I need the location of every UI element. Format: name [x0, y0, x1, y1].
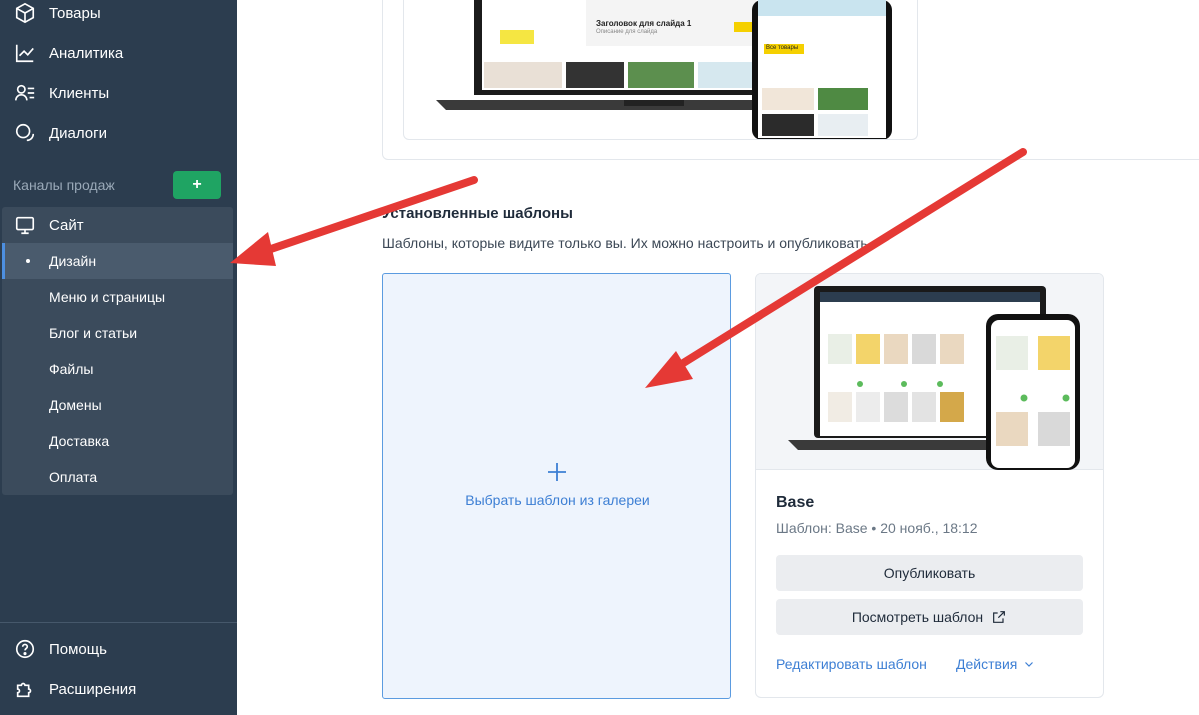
view-template-button[interactable]: Посмотреть шаблон: [776, 599, 1083, 635]
sidebar-item-analytics[interactable]: Аналитика: [0, 33, 237, 73]
template-mockup-image: [788, 286, 1080, 470]
edit-template-link[interactable]: Редактировать шаблон: [776, 656, 927, 672]
choose-from-gallery-label: Выбрать шаблон из галереи: [465, 492, 650, 508]
sidebar-subitem-design[interactable]: Дизайн: [2, 243, 233, 279]
sidebar-item-label: Клиенты: [49, 84, 110, 102]
template-name: Base: [776, 494, 815, 511]
puzzle-icon: [13, 677, 37, 701]
monitor-icon: [13, 213, 37, 237]
arrow-to-design: [230, 176, 478, 266]
sales-channels-label: Каналы продаж: [13, 177, 115, 193]
sidebar-subitem-files[interactable]: Файлы: [2, 351, 233, 387]
active-dot: [26, 259, 30, 263]
chart-line-icon: [13, 41, 37, 65]
publish-button-label: Опубликовать: [883, 565, 976, 581]
sidebar-item-site[interactable]: Сайт: [0, 205, 237, 245]
sidebar-item-label: Сайт: [49, 216, 84, 234]
chevron-down-icon: [1025, 662, 1034, 667]
template-meta: Шаблон: Base • 20 нояб., 18:12: [776, 520, 978, 536]
sidebar-subitem-label: Дизайн: [49, 253, 97, 269]
template-card-base: Base Шаблон: Base • 20 нояб., 18:12 Опуб…: [755, 273, 1104, 698]
sidebar-item-help[interactable]: Помощь: [0, 629, 237, 669]
sidebar-subitem-delivery[interactable]: Доставка: [2, 423, 233, 459]
choose-from-gallery-card[interactable]: Выбрать шаблон из галереи: [382, 273, 731, 699]
sidebar-subitem-blog[interactable]: Блог и статьи: [2, 315, 233, 351]
publish-button[interactable]: Опубликовать: [776, 555, 1083, 591]
active-template-preview: Заголовок для слайда 1 Описание для слай…: [403, 0, 918, 140]
sidebar-item-label: Помощь: [49, 640, 107, 658]
sidebar-item-products[interactable]: Товары: [0, 0, 237, 33]
sidebar-subitem-label: Оплата: [49, 469, 98, 485]
external-link-icon: [993, 611, 1006, 623]
sidebar-divider: [0, 622, 237, 623]
sidebar-subitem-menu-pages[interactable]: Меню и страницы: [2, 279, 233, 315]
chat-icon: [13, 121, 37, 145]
slide-subtitle: Описание для слайда: [596, 29, 658, 35]
template-preview: [756, 274, 1103, 470]
all-products-mock-button: Все товары: [766, 45, 799, 51]
sidebar-item-dialogs[interactable]: Диалоги: [0, 113, 237, 153]
add-channel-button[interactable]: +: [173, 171, 221, 199]
sidebar-item-label: Аналитика: [49, 44, 124, 62]
sidebar-subitem-label: Доставка: [49, 433, 110, 449]
installed-templates-title: Установленные шаблоны: [382, 205, 573, 222]
sidebar-item-label: Товары: [49, 4, 101, 22]
sidebar-subitem-payment[interactable]: Оплата: [2, 459, 233, 495]
sidebar-subitem-label: Блог и статьи: [49, 325, 138, 341]
sidebar-subitem-label: Файлы: [49, 361, 94, 377]
actions-dropdown[interactable]: Действия: [956, 656, 1035, 672]
slide-title: Заголовок для слайда 1: [596, 19, 692, 28]
sidebar: Товары Аналитика Клиенты Диалоги Каналы …: [0, 0, 237, 715]
plus-icon: [548, 463, 566, 481]
sidebar-item-label: Диалоги: [49, 124, 107, 142]
view-template-button-label: Посмотреть шаблон: [851, 609, 984, 625]
sidebar-item-label: Расширения: [49, 680, 137, 698]
actions-label: Действия: [956, 656, 1018, 672]
sidebar-subitem-label: Домены: [49, 397, 102, 413]
installed-templates-subtitle: Шаблоны, которые видите только вы. Их мо…: [382, 235, 872, 251]
clients-icon: [13, 81, 37, 105]
sidebar-item-extensions[interactable]: Расширения: [0, 669, 237, 709]
box-icon: [13, 1, 37, 25]
sidebar-subitem-domains[interactable]: Домены: [2, 387, 233, 423]
sidebar-item-clients[interactable]: Клиенты: [0, 73, 237, 113]
help-icon: [13, 637, 37, 661]
sidebar-subitem-label: Меню и страницы: [49, 289, 166, 305]
